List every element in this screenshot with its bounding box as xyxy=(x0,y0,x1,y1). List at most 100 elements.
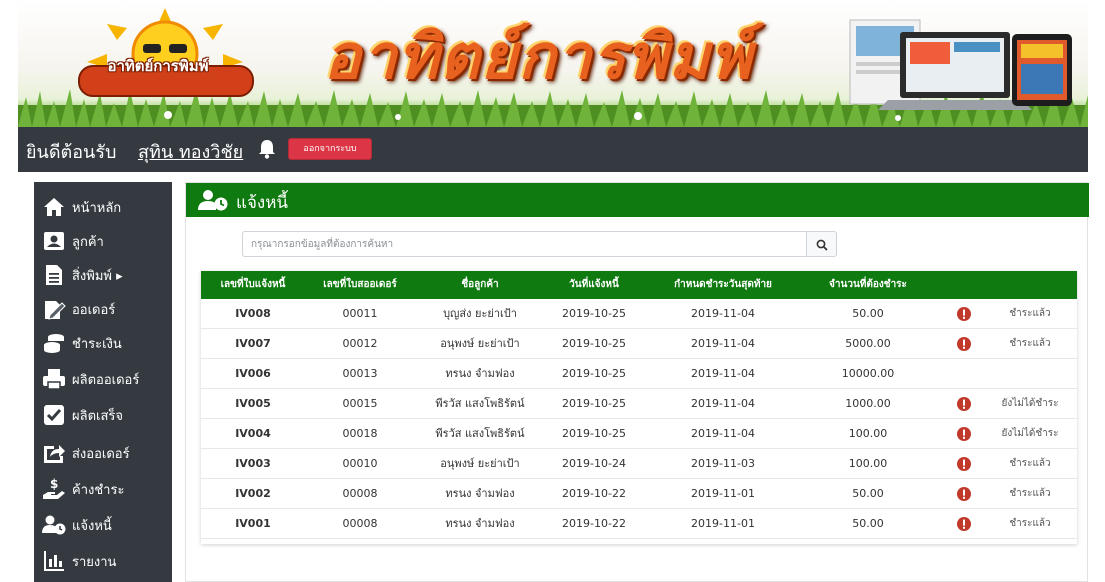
sidebar-item-label: ผลิตเสร็จ xyxy=(72,408,124,424)
sidebar-item-outstanding[interactable]: $ ค้างชำระ xyxy=(34,472,172,506)
cell-order: 00015 xyxy=(342,397,378,410)
table-row[interactable]: IV003 00010 อนุพงษ์ ยะย่าเป้า 2019-10-24 201… xyxy=(201,449,1077,479)
cell-amount: 50.00 xyxy=(852,307,884,320)
sidebar-item-production[interactable]: ผลิตออเดอร์ xyxy=(34,362,172,396)
cell-customer: ทรนง จำมฟอง xyxy=(445,487,515,500)
sidebar-item-payment[interactable]: ชำระเงิน xyxy=(34,326,172,360)
top-bar: ยินดีต้อนรับ สุทิน ทองวิชัย ออกจากระบบ xyxy=(18,127,1088,172)
sidebar-item-report[interactable]: รายงาน xyxy=(34,544,172,578)
header-banner: อาทิตย์การพิมพ์ อาทิตย์การพิมพ์ xyxy=(18,0,1088,127)
table-row[interactable]: IV007 00012 อนุพงษ์ ยะย่าเป้า 2019-10-25 201… xyxy=(201,329,1077,359)
info-icon[interactable] xyxy=(957,337,971,351)
search-input[interactable] xyxy=(242,231,807,257)
cell-invoice: IV008 xyxy=(235,307,271,320)
user-card-icon xyxy=(44,232,64,250)
cell-amount: 5000.00 xyxy=(845,337,891,350)
sidebar-item-label: แจ้งหนี้ xyxy=(72,518,112,534)
chart-icon xyxy=(44,551,64,571)
cell-invoice: IV004 xyxy=(235,427,271,440)
info-icon[interactable] xyxy=(957,457,971,471)
sidebar-item-invoice[interactable]: แจ้งหนี้ xyxy=(34,508,172,542)
sidebar-item-label: ลูกค้า xyxy=(72,234,104,250)
document-icon xyxy=(46,265,62,285)
table-header: เลขที่ใบแจ้งหนี้ เลขที่ใบสออเดอร์ ชื่อลู… xyxy=(201,271,1077,299)
table-row[interactable]: IV002 00008 ทรนง จำมฟอง 2019-10-22 2019-11-0… xyxy=(201,479,1077,509)
cell-amount: 50.00 xyxy=(852,517,884,530)
app-root: อาทิตย์การพิมพ์ อาทิตย์การพิมพ์ ยินดีต้อ… xyxy=(0,0,1105,582)
invoice-table: เลขที่ใบแจ้งหนี้ เลขที่ใบสออเดอร์ ชื่อลู… xyxy=(201,271,1077,544)
info-icon[interactable] xyxy=(957,397,971,411)
cell-invoice: IV002 xyxy=(235,487,271,500)
column-header: เลขที่ใบแจ้งหนี้ xyxy=(220,279,286,290)
table-row[interactable]: IV005 00015 พีรวัส แสงโพธิรัตน์ 2019-10-25 2… xyxy=(201,389,1077,419)
sidebar-item-label: หน้าหลัก xyxy=(72,200,122,216)
sidebar-item-shipping[interactable]: ส่งออเดอร์ xyxy=(34,436,172,470)
logout-button[interactable]: ออกจากระบบ xyxy=(288,138,372,160)
sidebar-item-label: รายงาน xyxy=(72,554,117,570)
page-title: แจ้งหนี้ xyxy=(236,193,289,213)
info-icon[interactable] xyxy=(957,487,971,501)
cell-invoice: IV006 xyxy=(235,367,271,380)
table-row[interactable]: IV008 00011 บุญส่ง ยะย่าเป้า 2019-10-25 2019… xyxy=(201,299,1077,329)
cell-order: 00010 xyxy=(342,457,378,470)
cell-date: 2019-10-25 xyxy=(562,427,626,440)
cell-amount: 1000.00 xyxy=(845,397,891,410)
sidebar-item-orders[interactable]: ออเดอร์ xyxy=(34,292,172,326)
cell-invoice: IV005 xyxy=(235,397,271,410)
welcome-text: ยินดีต้อนรับ xyxy=(26,142,117,163)
payment-status: ชำระแล้ว xyxy=(1009,488,1051,499)
logo-text: อาทิตย์การพิมพ์ xyxy=(107,57,209,75)
panel-header: แจ้งหนี้ xyxy=(186,183,1089,217)
cell-date: 2019-10-24 xyxy=(562,457,626,470)
sidebar-item-home[interactable]: หน้าหลัก xyxy=(34,190,172,224)
username-link[interactable]: สุทิน ทองวิชัย xyxy=(138,137,243,166)
cell-order: 00011 xyxy=(342,307,378,320)
column-header: วันที่แจ้งหนี้ xyxy=(569,279,619,290)
cell-due: 2019-11-04 xyxy=(691,397,755,410)
table-row[interactable]: IV004 00018 พีรวัส แสงโพธิรัตน์ 2019-10-25 2… xyxy=(201,419,1077,449)
table-row[interactable]: IV001 00008 ทรนง จำมฟอง 2019-10-22 2019-11-0… xyxy=(201,509,1077,539)
hand-money-icon: $ xyxy=(43,477,65,499)
payment-status: ยังไม่ได้ชำระ xyxy=(1001,428,1059,439)
cell-order: 00012 xyxy=(342,337,378,350)
checkbox-icon xyxy=(44,405,64,425)
cell-amount: 100.00 xyxy=(848,457,888,470)
cell-customer: ทรนง จำมฟอง xyxy=(445,367,515,380)
svg-text:$: $ xyxy=(50,477,58,491)
column-header: ชื่อลูกค้า xyxy=(461,279,499,290)
sidebar-item-prints[interactable]: สิ่งพิมพ์ ▸ xyxy=(34,258,172,292)
info-icon[interactable] xyxy=(957,307,971,321)
cell-date: 2019-10-25 xyxy=(562,367,626,380)
sidebar-item-label: ส่งออเดอร์ xyxy=(72,446,130,462)
info-icon[interactable] xyxy=(957,427,971,441)
column-header: จำนวนที่ต้องชำระ xyxy=(829,279,907,290)
sidebar-item-customers[interactable]: ลูกค้า xyxy=(34,224,172,258)
cell-customer: ทรนง จำมฟอง xyxy=(445,517,515,530)
cell-date: 2019-10-25 xyxy=(562,307,626,320)
column-header: เลขที่ใบสออเดอร์ xyxy=(323,279,397,290)
sidebar-item-label: ออเดอร์ xyxy=(72,302,116,318)
cell-date: 2019-10-25 xyxy=(562,397,626,410)
sidebar: หน้าหลัก ลูกค้า สิ่งพิมพ์ ▸ ออเดอร์ ชำระ… xyxy=(34,182,172,582)
sidebar-item-completed[interactable]: ผลิตเสร็จ xyxy=(34,398,172,432)
sidebar-item-label: ชำระเงิน xyxy=(72,336,122,352)
cell-due: 2019-11-04 xyxy=(691,367,755,380)
cell-order: 00013 xyxy=(342,367,378,380)
cell-due: 2019-11-01 xyxy=(691,517,755,530)
table-row[interactable]: IV006 00013 ทรนง จำมฟอง 2019-10-25 2019-11-0… xyxy=(201,359,1077,389)
payment-status: ชำระแล้ว xyxy=(1009,338,1051,349)
cell-due: 2019-11-04 xyxy=(691,427,755,440)
user-clock-icon xyxy=(198,190,228,211)
cell-due: 2019-11-01 xyxy=(691,487,755,500)
printer-icon xyxy=(43,369,65,390)
payment-status: ยังไม่ได้ชำระ xyxy=(1001,398,1059,409)
cell-customer: อนุพงษ์ ยะย่าเป้า xyxy=(440,337,520,350)
bell-icon[interactable] xyxy=(256,138,278,160)
banner-title: อาทิตย์การพิมพ์ xyxy=(323,20,753,93)
cell-date: 2019-10-22 xyxy=(562,517,626,530)
info-icon[interactable] xyxy=(957,517,971,531)
payment-status: ชำระแล้ว xyxy=(1009,458,1051,469)
cell-order: 00018 xyxy=(342,427,378,440)
cell-due: 2019-11-04 xyxy=(691,307,755,320)
search-button[interactable] xyxy=(807,231,837,257)
